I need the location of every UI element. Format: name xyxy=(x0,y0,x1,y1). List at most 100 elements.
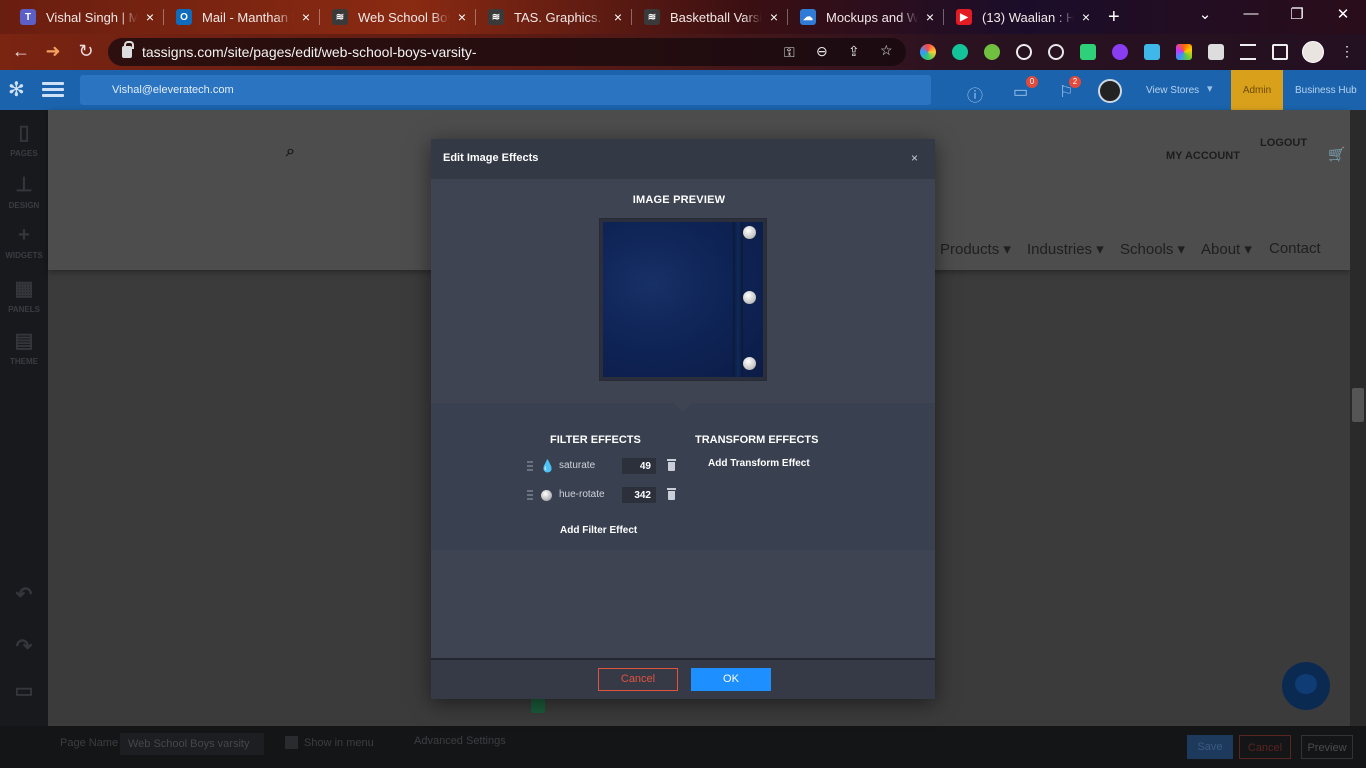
app-logo-icon[interactable]: ✻ xyxy=(8,80,28,100)
help-icon[interactable]: ⓘ xyxy=(967,82,983,106)
profile-avatar-icon[interactable] xyxy=(1302,41,1324,63)
bookmark-star-icon[interactable]: ☆ xyxy=(880,42,893,59)
advanced-settings-link[interactable]: Advanced Settings xyxy=(414,735,506,747)
ok-button[interactable]: OK xyxy=(691,668,771,691)
resize-handle-bottom[interactable] xyxy=(743,357,756,370)
cancel-button[interactable]: Cancel xyxy=(1239,735,1291,759)
filter-value-input[interactable]: 342 xyxy=(622,487,656,503)
close-tab-icon[interactable]: × xyxy=(146,9,154,25)
scrollbar-thumb[interactable] xyxy=(1352,388,1364,422)
key-icon[interactable]: ⚿ xyxy=(784,44,795,61)
extension-icon[interactable] xyxy=(1144,44,1160,60)
admin-button[interactable]: Admin xyxy=(1231,70,1283,110)
filter-row-hue-rotate: hue-rotate 342 xyxy=(527,486,677,506)
zoom-icon[interactable]: ⊖ xyxy=(816,43,828,60)
sidebar-item-label: THEME xyxy=(10,357,38,366)
extension-icon[interactable] xyxy=(984,44,1000,60)
save-button[interactable]: Save xyxy=(1187,735,1233,759)
puzzle-icon[interactable] xyxy=(1208,44,1224,60)
browser-tab[interactable]: ☁ Mockups and Wi × xyxy=(788,3,944,31)
hamburger-menu-icon[interactable] xyxy=(42,82,64,98)
sidebar-item-theme[interactable]: ▤ THEME xyxy=(0,328,48,366)
react-devtools-icon[interactable] xyxy=(1048,44,1064,60)
browser-tab[interactable]: ≋ Web School Boys × xyxy=(320,3,476,31)
add-transform-effect-button[interactable]: Add Transform Effect xyxy=(708,458,810,469)
side-panel-icon[interactable] xyxy=(1272,44,1288,60)
device-preview-icon[interactable]: ▭ xyxy=(0,678,48,707)
user-avatar[interactable] xyxy=(1098,79,1122,103)
close-tab-icon[interactable]: × xyxy=(614,9,622,25)
panels-icon: ▦ xyxy=(14,278,34,300)
close-tab-icon[interactable]: × xyxy=(1082,9,1090,25)
color-sphere-icon xyxy=(541,490,552,501)
new-tab-icon[interactable]: + xyxy=(1108,6,1120,29)
sidebar-item-panels[interactable]: ▦ PANELS xyxy=(0,276,48,314)
sidebar-item-label: DESIGN xyxy=(8,201,40,210)
plus-icon: + xyxy=(18,224,30,246)
reload-icon[interactable]: ↻ xyxy=(75,41,97,62)
tab-title: Vishal Singh | Mic xyxy=(46,9,138,25)
logout-link[interactable]: LOGOUT xyxy=(1260,137,1307,149)
tab-search-icon[interactable]: ⌄ xyxy=(1182,5,1228,23)
sidebar-item-pages[interactable]: ▯ PAGES xyxy=(0,120,48,158)
chat-bubble-button[interactable] xyxy=(1282,662,1330,710)
nav-label: About xyxy=(1201,241,1241,258)
filter-value-input[interactable]: 49 xyxy=(622,458,656,474)
browser-tab[interactable]: O Mail - Manthan D × xyxy=(164,3,320,31)
business-hub-link[interactable]: Business Hub xyxy=(1295,85,1357,96)
my-account-link[interactable]: MY ACCOUNT xyxy=(1166,150,1240,162)
account-email-bar[interactable]: Vishal@eleveratech.com xyxy=(80,75,931,105)
sidebar-item-design[interactable]: ⊥ DESIGN xyxy=(0,172,48,210)
share-icon[interactable]: ⇪ xyxy=(848,43,860,60)
jacket-seam xyxy=(733,222,743,377)
browser-tab[interactable]: ≋ Basketball Varsity × xyxy=(632,3,788,31)
extension-icon[interactable] xyxy=(920,44,936,60)
forward-icon[interactable]: ➜ xyxy=(42,41,64,62)
trash-icon[interactable] xyxy=(667,459,676,471)
extension-icon[interactable] xyxy=(1080,44,1096,60)
resize-handle-top[interactable] xyxy=(743,226,756,239)
close-tab-icon[interactable]: × xyxy=(302,9,310,25)
restore-icon[interactable]: ❐ xyxy=(1274,5,1320,23)
site-nav-about[interactable]: About ▾ xyxy=(1201,240,1252,258)
widget-handle-icon[interactable] xyxy=(531,697,545,713)
chevron-down-icon[interactable]: ▾ xyxy=(1207,82,1213,95)
browser-tab[interactable]: T Vishal Singh | Mic × xyxy=(8,3,164,31)
close-tab-icon[interactable]: × xyxy=(770,9,778,25)
more-menu-icon[interactable]: ⋮ xyxy=(1340,43,1354,60)
page-name-input[interactable]: Web School Boys varsity xyxy=(120,733,264,755)
browser-tab-active[interactable]: ≋ TAS. Graphics. Br × xyxy=(476,3,632,31)
resize-handle-middle[interactable] xyxy=(743,291,756,304)
back-icon[interactable]: ← xyxy=(10,41,32,62)
reading-list-icon[interactable] xyxy=(1240,44,1256,60)
site-nav-schools[interactable]: Schools ▾ xyxy=(1120,240,1185,258)
minimize-icon[interactable]: — xyxy=(1228,5,1274,22)
drag-handle-icon[interactable] xyxy=(527,490,533,500)
search-icon[interactable]: ⌕ xyxy=(286,143,295,161)
site-nav-contact[interactable]: Contact xyxy=(1269,240,1321,257)
grammarly-icon[interactable] xyxy=(952,44,968,60)
cart-icon[interactable]: 🛒 xyxy=(1328,146,1345,163)
close-window-icon[interactable]: ✕ xyxy=(1320,5,1366,23)
view-stores-dropdown[interactable]: View Stores xyxy=(1146,85,1199,96)
close-tab-icon[interactable]: × xyxy=(458,9,466,25)
close-icon[interactable]: × xyxy=(911,151,918,165)
close-tab-icon[interactable]: × xyxy=(926,9,934,25)
cancel-button[interactable]: Cancel xyxy=(598,668,678,691)
sidebar-item-widgets[interactable]: + WIDGETS xyxy=(0,224,48,260)
tab-title: (13) Waalian : Ha xyxy=(982,9,1074,25)
extension-icon[interactable] xyxy=(1176,44,1192,60)
drag-handle-icon[interactable] xyxy=(527,461,533,471)
site-nav-products[interactable]: Products ▾ xyxy=(940,240,1011,258)
site-nav-industries[interactable]: Industries ▾ xyxy=(1027,240,1104,258)
extension-icon[interactable] xyxy=(1112,44,1128,60)
redo-icon[interactable]: ↷ xyxy=(0,634,48,663)
extension-icon[interactable] xyxy=(1016,44,1032,60)
trash-icon[interactable] xyxy=(667,488,676,500)
undo-icon[interactable]: ↶ xyxy=(0,582,48,611)
preview-button[interactable]: Preview xyxy=(1301,735,1353,759)
add-filter-effect-button[interactable]: Add Filter Effect xyxy=(560,525,637,536)
nav-label: Products xyxy=(940,241,1000,258)
show-in-menu-checkbox[interactable] xyxy=(285,736,298,749)
browser-tab[interactable]: ▶ (13) Waalian : Ha × xyxy=(944,3,1100,31)
